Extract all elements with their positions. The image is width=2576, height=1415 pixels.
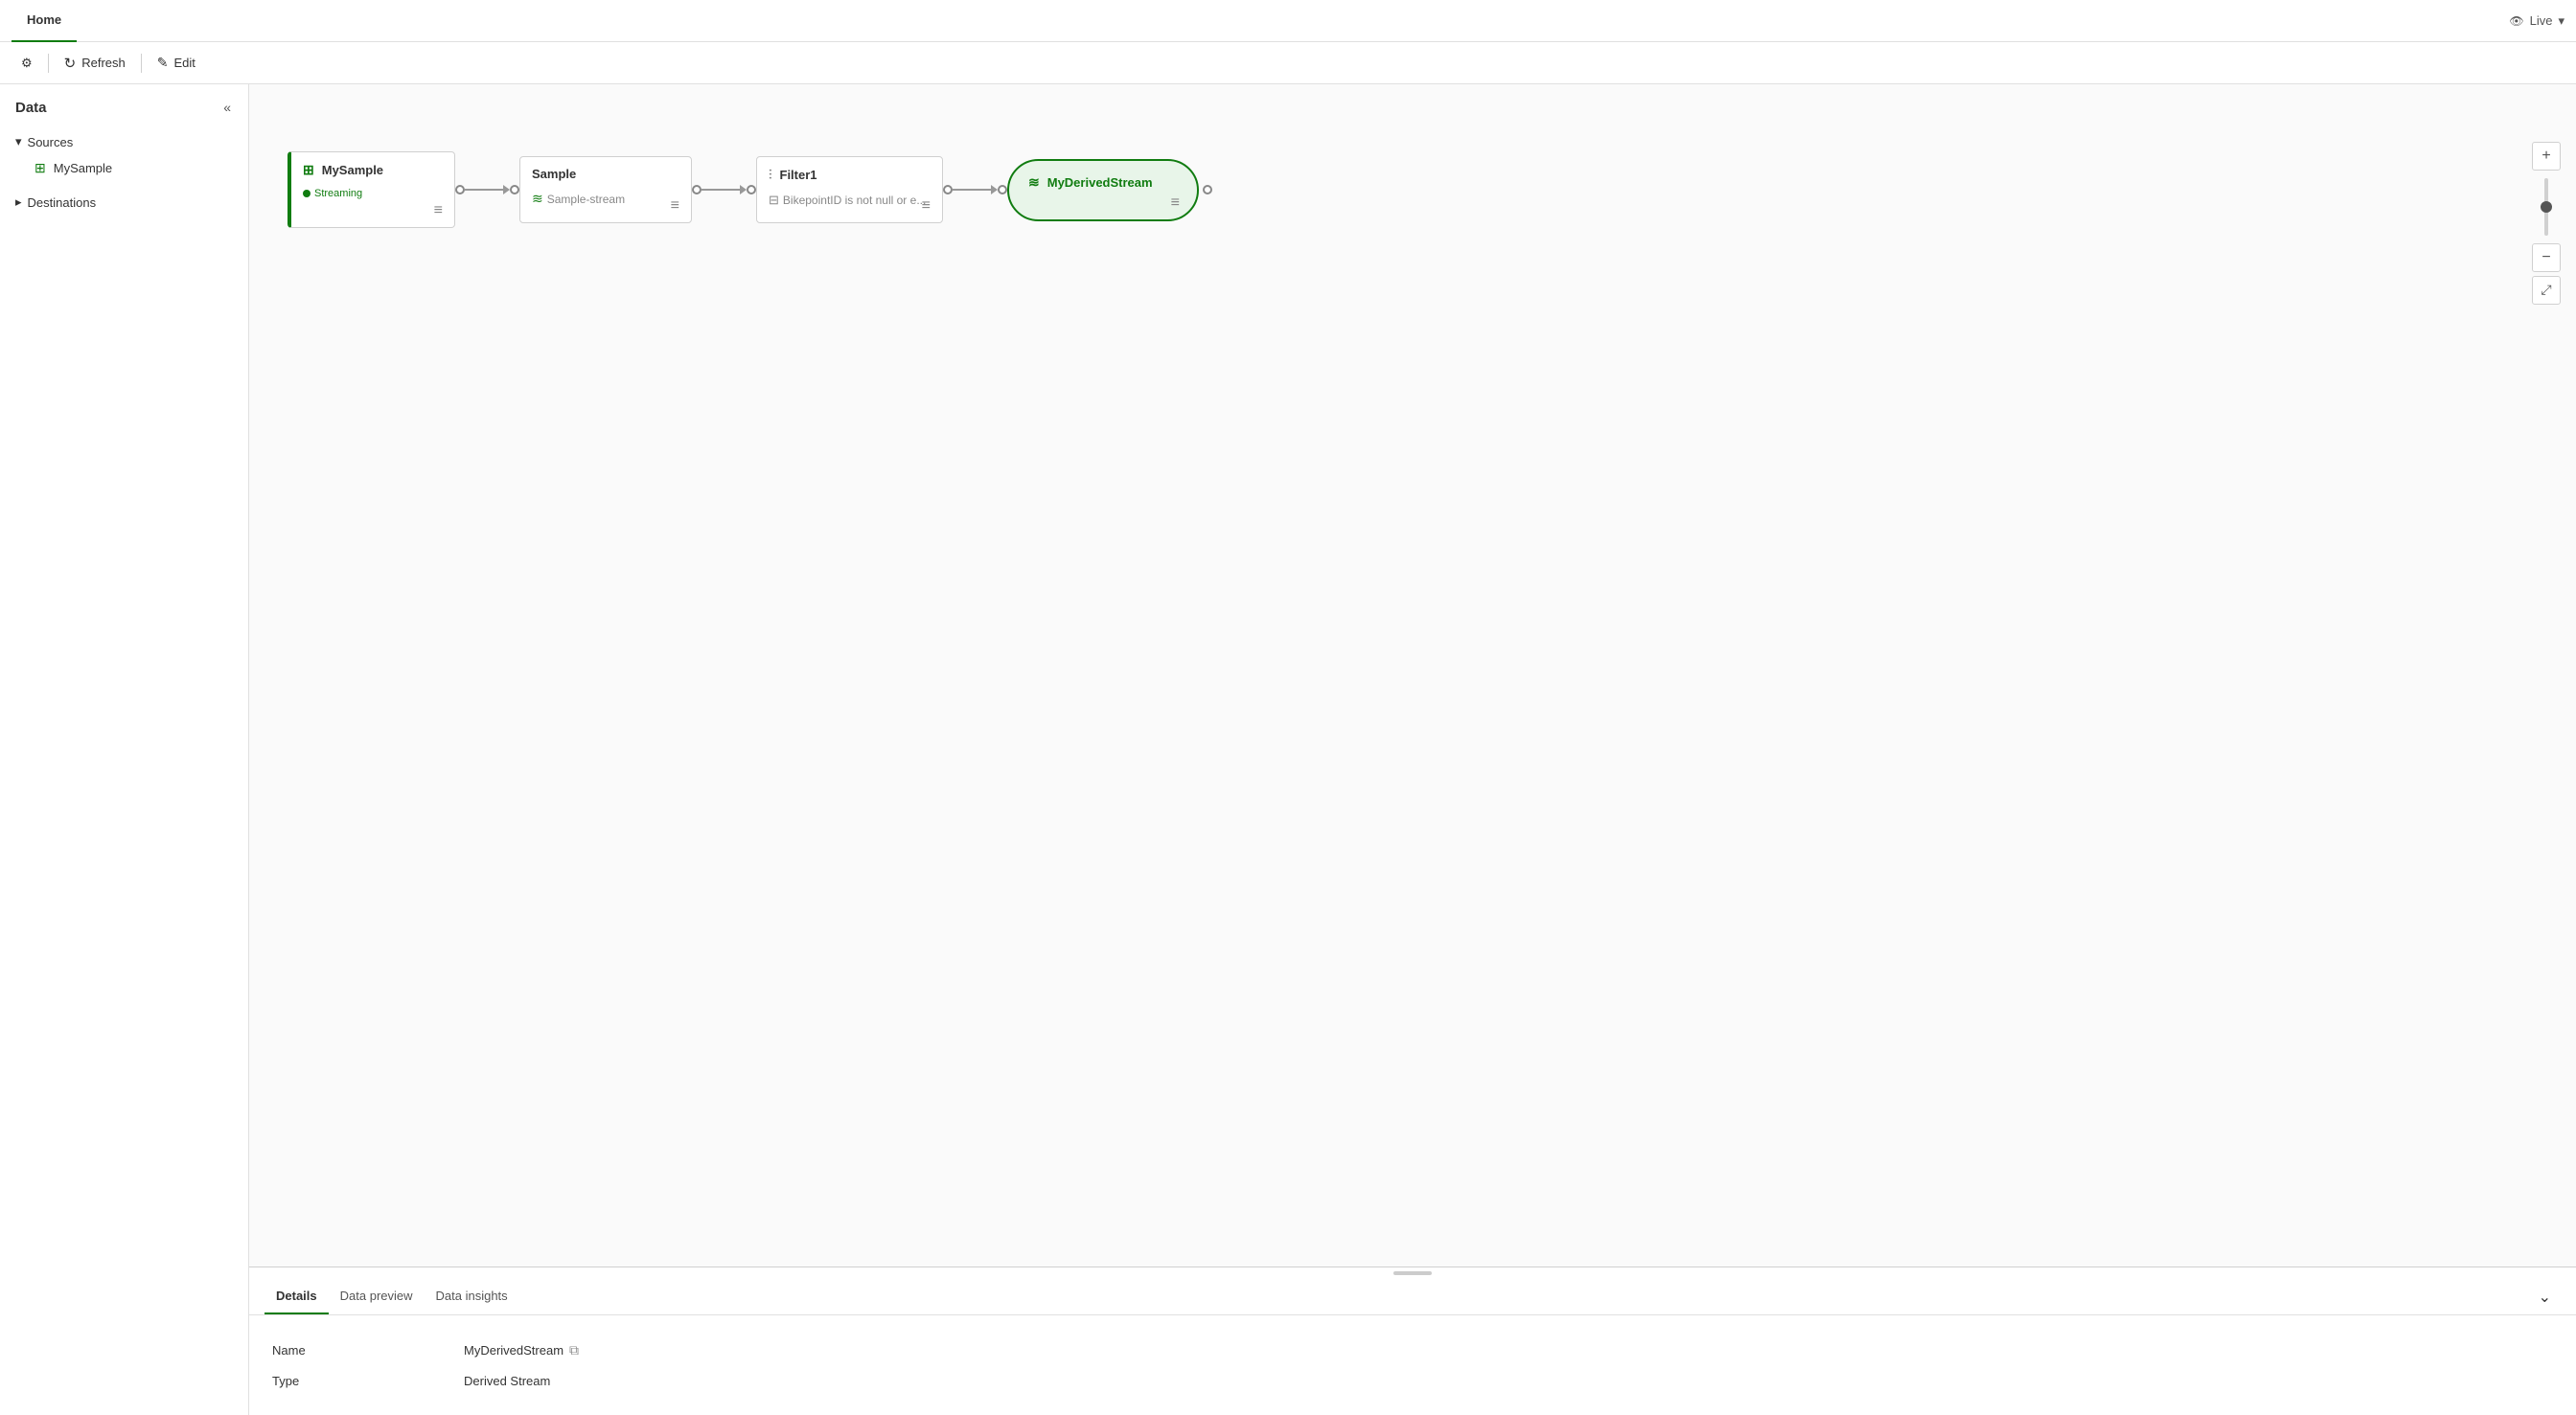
node-myderivedstream[interactable]: MyDerivedStream ≡: [1007, 159, 1199, 221]
destinations-section: Destinations: [0, 185, 248, 219]
collapse-panel-icon: [2539, 1288, 2551, 1307]
sources-section: Sources MySample: [0, 125, 248, 185]
stream-icon-dest: [1028, 174, 1040, 191]
toolbar-separator-2: [141, 54, 142, 73]
filter-row-icon: ⊟: [769, 193, 779, 208]
nav-tabs: Home: [12, 0, 77, 42]
streaming-badge: Streaming: [303, 188, 443, 199]
live-dropdown[interactable]: Live: [2509, 13, 2564, 29]
filter-subtitle: ⊟ BikepointID is not null or e...: [769, 193, 931, 208]
collapse-icon: [223, 101, 231, 115]
gear-icon: [21, 56, 33, 71]
eye-icon: [2509, 13, 2523, 28]
type-value: Derived Stream: [464, 1374, 550, 1388]
sample-subtitle: Sample-stream: [532, 191, 679, 207]
conn-arrow-1: [465, 185, 510, 194]
detail-row-name: Name MyDerivedStream: [272, 1335, 2553, 1366]
sample-menu[interactable]: ≡: [667, 195, 683, 217]
zoom-out-button[interactable]: [2532, 243, 2561, 272]
filter-icon: ⫶: [769, 167, 772, 183]
node-sample[interactable]: Sample Sample-stream ≡: [519, 156, 692, 223]
canvas[interactable]: MySample Streaming ≡: [249, 84, 2576, 1267]
collapse-sidebar-button[interactable]: [221, 98, 233, 117]
fit-button[interactable]: [2532, 276, 2561, 305]
edit-button[interactable]: Edit: [148, 50, 205, 76]
minus-icon: [2542, 249, 2550, 266]
detail-row-type: Type Derived Stream: [272, 1366, 2553, 1396]
dest-menu[interactable]: ≡: [1167, 193, 1184, 214]
conn-dot-7: [1203, 185, 1212, 194]
conn-dot-5: [943, 185, 953, 194]
destinations-section-header[interactable]: Destinations: [0, 189, 248, 216]
tab-home[interactable]: Home: [12, 0, 77, 42]
collapse-panel-button[interactable]: [2529, 1283, 2561, 1312]
zoom-handle[interactable]: [2541, 201, 2552, 213]
conn-dot-6: [998, 185, 1007, 194]
sidebar-item-mysample[interactable]: MySample: [0, 155, 248, 181]
conn-dot-1: [455, 185, 465, 194]
zoom-in-button[interactable]: [2532, 142, 2561, 171]
sidebar-header: Data: [0, 84, 248, 125]
conn-dot-3: [692, 185, 702, 194]
bottom-tabs-row: Details Data preview Data insights: [249, 1279, 2576, 1315]
chevron-down-icon: [2558, 13, 2564, 29]
table-icon-source: [303, 162, 314, 178]
tab-data-preview[interactable]: Data preview: [329, 1279, 425, 1314]
conn-arrow-2: [702, 185, 747, 194]
arrow-3: [943, 185, 1007, 194]
bottom-tabs: Details Data preview Data insights: [264, 1279, 519, 1314]
toolbar: Refresh Edit: [0, 42, 2576, 84]
tab-details[interactable]: Details: [264, 1279, 329, 1314]
name-label: Name: [272, 1343, 464, 1358]
bottom-panel-handle[interactable]: [249, 1267, 2576, 1279]
top-nav: Home Live: [0, 0, 2576, 42]
plus-icon: [2542, 148, 2550, 165]
sidebar-title: Data: [15, 100, 47, 116]
toolbar-separator: [48, 54, 49, 73]
handle-bar: [1393, 1271, 1432, 1275]
arrow-2: [692, 185, 756, 194]
bottom-panel: Details Data preview Data insights Name: [249, 1267, 2576, 1415]
streaming-dot: [303, 190, 310, 197]
name-value: MyDerivedStream: [464, 1342, 579, 1358]
flow-diagram: MySample Streaming ≡: [288, 151, 1212, 228]
tab-data-insights[interactable]: Data insights: [425, 1279, 519, 1314]
stream-icon-sample: [532, 191, 543, 207]
filter-menu[interactable]: ≡: [918, 195, 934, 217]
sources-chevron-icon: [15, 134, 22, 149]
main-area: Data Sources MySample Destinations: [0, 84, 2576, 1415]
node-filter[interactable]: ⫶ Filter1 ⊟ BikepointID is not null or e…: [756, 156, 943, 223]
destinations-chevron-icon: [15, 194, 22, 210]
conn-arrow-3: [953, 185, 998, 194]
arrow-1: [455, 185, 519, 194]
node-mysample[interactable]: MySample Streaming ≡: [288, 151, 455, 228]
zoom-controls: [2532, 142, 2561, 305]
sources-section-header[interactable]: Sources: [0, 128, 248, 155]
copy-icon[interactable]: [569, 1342, 579, 1358]
conn-dot-4: [747, 185, 756, 194]
canvas-area: MySample Streaming ≡: [249, 84, 2576, 1415]
gear-button[interactable]: [12, 51, 42, 76]
details-content: Name MyDerivedStream Type Derived Stream: [249, 1315, 2576, 1415]
table-icon: [34, 160, 46, 176]
conn-dot-2: [510, 185, 519, 194]
sidebar: Data Sources MySample Destinations: [0, 84, 249, 1415]
source-menu[interactable]: ≡: [430, 200, 447, 221]
type-label: Type: [272, 1374, 464, 1388]
edit-icon: [157, 55, 169, 71]
fit-icon: [2541, 282, 2551, 299]
refresh-button[interactable]: Refresh: [55, 50, 135, 77]
refresh-icon: [64, 55, 77, 72]
zoom-slider[interactable]: [2544, 178, 2548, 236]
